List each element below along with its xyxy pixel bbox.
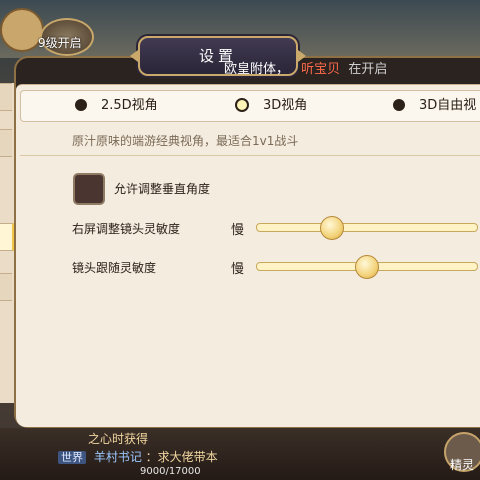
vertical-angle-label: 允许调整垂直角度 (114, 182, 211, 196)
view-option-3d[interactable]: 3D视角 (235, 91, 307, 121)
follow-sensitivity-knob[interactable] (355, 255, 379, 279)
screen-sensitivity-knob[interactable] (319, 216, 344, 240)
view-option-2-5d-label: 2.5D视角 (101, 98, 158, 113)
chat-system-line: 之心时获得 (88, 432, 149, 446)
camera-view-selector: 2.5D视角 3D视角 3D自由视 (20, 90, 480, 122)
radio-3d[interactable] (235, 97, 249, 112)
side-tab-2[interactable] (0, 129, 12, 157)
view-option-3d-free-label: 3D自由视 (419, 98, 477, 113)
follow-sensitivity-label: 镜头跟随灵敏度 (72, 261, 157, 275)
plaque-left-tip (130, 50, 138, 62)
ticker-prefix: 欧皇附体， (224, 62, 290, 77)
view-description: 原汁原味的端游经典视角，最适合1v1战斗 (72, 134, 299, 148)
chat-progress: 9000/17000 (140, 466, 201, 477)
level-unlock-text: 9级开启 (38, 36, 82, 50)
chat-world-line[interactable]: 世界 羊村书记 ：求大佬带本 (58, 448, 218, 465)
side-tab-4[interactable] (0, 273, 12, 301)
radio-2-5d[interactable] (75, 98, 87, 111)
announcement-ticker: 欧皇附体， 听宝贝 在开启 (224, 58, 387, 77)
chat-sender[interactable]: 羊村书记 (94, 450, 142, 464)
follow-sensitivity-slow-label: 慢 (231, 262, 245, 277)
view-option-3d-label: 3D视角 (263, 98, 308, 113)
chat-message: ：求大佬带本 (145, 450, 218, 464)
screen-sensitivity-label: 右屏调整镜头灵敏度 (72, 222, 181, 236)
section-divider (20, 155, 480, 156)
side-tab-1[interactable] (0, 83, 12, 111)
chat-area: 之心时获得 世界 羊村书记 ：求大佬带本 9000/17000 (0, 428, 480, 480)
view-option-2-5d[interactable]: 2.5D视角 (75, 91, 158, 121)
chat-channel-tag: 世界 (58, 451, 86, 464)
view-option-3d-free[interactable]: 3D自由视 (393, 91, 476, 121)
vertical-angle-checkbox[interactable] (73, 173, 105, 205)
screen-sensitivity-track[interactable] (256, 223, 478, 232)
radio-3d-free[interactable] (393, 98, 405, 111)
side-tab-active[interactable] (0, 223, 14, 251)
ticker-name: 听宝贝 (301, 62, 341, 77)
settings-side-tabs (0, 83, 14, 403)
screen-sensitivity-slow-label: 慢 (231, 223, 245, 238)
ticker-suffix: 在开启 (348, 62, 388, 77)
spirit-button-label: 精灵 (450, 458, 475, 472)
